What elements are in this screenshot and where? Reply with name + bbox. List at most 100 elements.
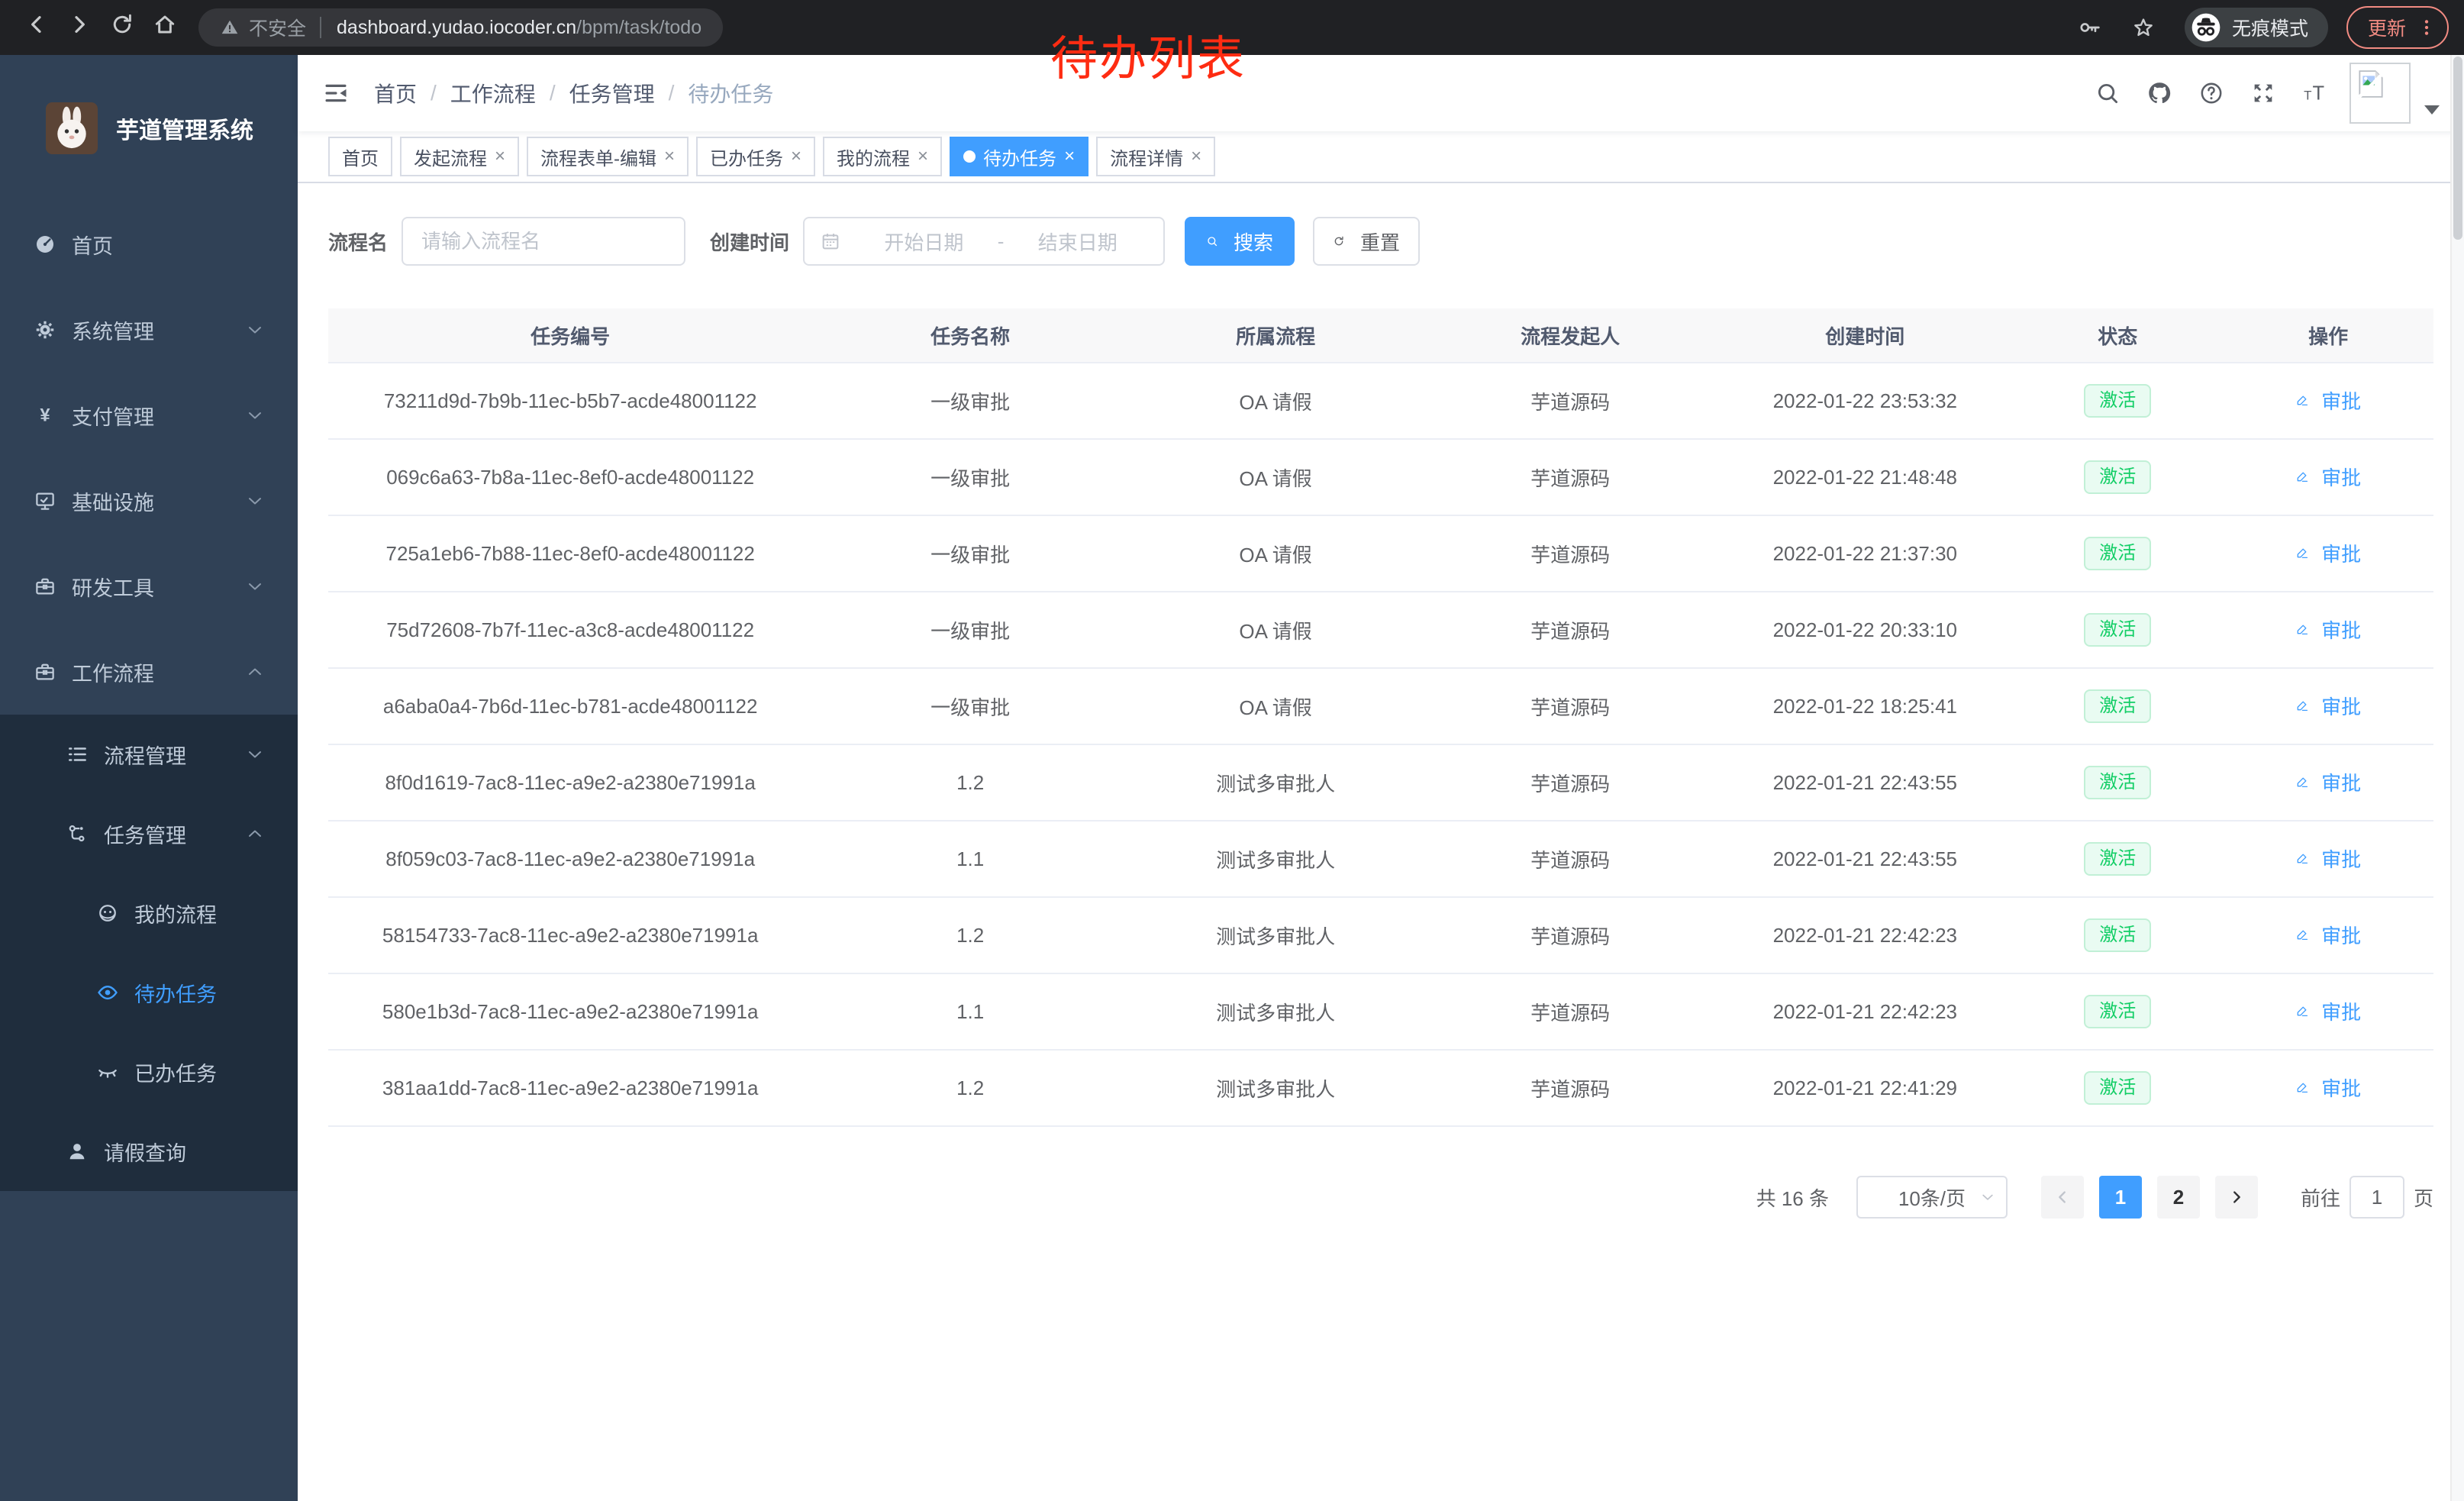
tab-流程详情[interactable]: 流程详情×: [1096, 137, 1215, 176]
goto-label: 前往: [2301, 1183, 2340, 1212]
caret-down-icon[interactable]: [2424, 105, 2440, 115]
chevron-down-icon: [246, 577, 264, 596]
column-header: 操作: [2223, 308, 2433, 363]
approve-link[interactable]: 审批: [2295, 615, 2361, 644]
cell-name: 1.2: [812, 897, 1128, 973]
sidebar-item-leave-query[interactable]: 请假查询: [0, 1112, 298, 1191]
font-size-icon[interactable]: TT: [2302, 80, 2328, 106]
breadcrumb-item[interactable]: 工作流程: [450, 78, 536, 108]
close-icon[interactable]: ×: [791, 147, 801, 166]
sidebar-item-my-process[interactable]: 我的流程: [0, 873, 298, 953]
sidebar-item-label: 请假查询: [104, 1137, 186, 1167]
scrollbar-thumb[interactable]: [2453, 56, 2462, 240]
cell-action: 审批: [2223, 668, 2433, 744]
bookmark-star-icon[interactable]: [2131, 15, 2156, 40]
edit-icon: [2295, 390, 2315, 410]
date-range-picker[interactable]: 开始日期 - 结束日期: [803, 217, 1165, 266]
sidebar-item-label: 工作流程: [72, 657, 154, 687]
sidebar-collapse-icon[interactable]: [322, 79, 350, 107]
url-bar[interactable]: 不安全 dashboard.yudao.iocoder.cn/bpm/task/…: [198, 8, 723, 47]
approve-link[interactable]: 审批: [2295, 921, 2361, 949]
approve-link[interactable]: 审批: [2295, 386, 2361, 415]
cell-process: 测试多审批人: [1128, 744, 1423, 821]
breadcrumb-separator: /: [669, 81, 675, 105]
url-host: dashboard.yudao.iocoder.cn: [337, 17, 576, 39]
browser-update-button[interactable]: 更新: [2346, 6, 2449, 49]
approve-link-label: 审批: [2321, 615, 2361, 644]
breadcrumb-item[interactable]: 首页: [374, 78, 417, 108]
scrollbar[interactable]: [2450, 55, 2464, 1501]
approve-link[interactable]: 审批: [2295, 1073, 2361, 1102]
table-row: 8f0d1619-7ac8-11ec-a9e2-a2380e71991a1.2测…: [328, 744, 2433, 821]
back-icon: [24, 12, 49, 43]
reset-button[interactable]: 重置: [1313, 217, 1420, 266]
close-icon[interactable]: ×: [664, 147, 675, 166]
sidebar-item-infra[interactable]: 基础设施: [0, 458, 298, 544]
help-icon[interactable]: [2198, 80, 2224, 106]
sidebar-item-home[interactable]: 首页: [0, 202, 298, 287]
search-icon[interactable]: [2095, 80, 2121, 106]
fullscreen-icon[interactable]: [2250, 80, 2276, 106]
prev-page-button[interactable]: [2041, 1176, 2084, 1219]
svg-text:¥: ¥: [40, 405, 50, 426]
browser-reload-button[interactable]: [101, 6, 144, 49]
cell-id: a6aba0a4-7b6d-11ec-b781-acde48001122: [328, 668, 812, 744]
cell-action: 审批: [2223, 744, 2433, 821]
browser-home-button[interactable]: [144, 6, 186, 49]
github-icon[interactable]: [2146, 80, 2172, 106]
approve-link[interactable]: 审批: [2295, 844, 2361, 873]
cell-starter: 芋道源码: [1423, 897, 1717, 973]
page-button-2[interactable]: 2: [2157, 1176, 2200, 1219]
process-name-input[interactable]: [402, 217, 685, 266]
browser-back-button[interactable]: [15, 6, 58, 49]
tab-我的流程[interactable]: 我的流程×: [823, 137, 942, 176]
page-size-select[interactable]: 10条/页: [1856, 1176, 2008, 1219]
chevron-up-icon: [246, 825, 264, 843]
sidebar-item-workflow[interactable]: 工作流程: [0, 629, 298, 715]
sidebar-logo[interactable]: 芋道管理系统: [0, 55, 298, 202]
sidebar-item-system[interactable]: 系统管理: [0, 287, 298, 373]
approve-link[interactable]: 审批: [2295, 997, 2361, 1025]
eye-icon: [96, 981, 119, 1004]
close-icon[interactable]: ×: [918, 147, 928, 166]
next-page-button[interactable]: [2215, 1176, 2258, 1219]
cell-starter: 芋道源码: [1423, 515, 1717, 592]
cell-created: 2022-01-22 18:25:41: [1717, 668, 2012, 744]
close-icon[interactable]: ×: [1064, 147, 1075, 166]
approve-link[interactable]: 审批: [2295, 768, 2361, 796]
close-icon[interactable]: ×: [1191, 147, 1201, 166]
sidebar-item-process-mgmt[interactable]: 流程管理: [0, 715, 298, 794]
approve-link-label: 审批: [2321, 463, 2361, 491]
tab-流程表单-编辑[interactable]: 流程表单-编辑×: [527, 137, 689, 176]
tab-首页[interactable]: 首页: [328, 137, 392, 176]
tab-发起流程[interactable]: 发起流程×: [400, 137, 519, 176]
sidebar-item-task-mgmt[interactable]: 任务管理: [0, 794, 298, 873]
approve-link[interactable]: 审批: [2295, 463, 2361, 491]
cell-created: 2022-01-21 22:42:23: [1717, 973, 2012, 1050]
page-button-1[interactable]: 1: [2099, 1176, 2142, 1219]
search-button[interactable]: 搜索: [1185, 217, 1295, 266]
tab-label: 首页: [342, 144, 379, 170]
cell-id: 75d72608-7b7f-11ec-a3c8-acde48001122: [328, 592, 812, 668]
breadcrumb-item[interactable]: 任务管理: [569, 78, 655, 108]
browser-forward-button[interactable]: [58, 6, 101, 49]
approve-link[interactable]: 审批: [2295, 692, 2361, 720]
tab-待办任务[interactable]: 待办任务×: [950, 137, 1088, 176]
close-icon[interactable]: ×: [495, 147, 505, 166]
column-header: 所属流程: [1128, 308, 1423, 363]
process-name-label: 流程名: [328, 228, 388, 256]
filter-bar: 流程名 创建时间 开始日期 - 结束日期 搜索: [328, 217, 2433, 266]
cell-name: 一级审批: [812, 439, 1128, 515]
sidebar-item-devtools[interactable]: 研发工具: [0, 544, 298, 629]
sidebar-item-todo-task[interactable]: 待办任务: [0, 953, 298, 1032]
sidebar-item-done-task[interactable]: 已办任务: [0, 1032, 298, 1112]
key-icon[interactable]: [2078, 15, 2102, 40]
goto-page-input[interactable]: [2350, 1176, 2404, 1219]
cell-status: 激活: [2012, 821, 2223, 897]
approve-link[interactable]: 审批: [2295, 539, 2361, 567]
monitor-icon: [34, 489, 56, 512]
sidebar-item-payment[interactable]: ¥支付管理: [0, 373, 298, 458]
status-badge: 激活: [2084, 384, 2151, 418]
tab-已办任务[interactable]: 已办任务×: [696, 137, 815, 176]
avatar[interactable]: [2350, 63, 2411, 124]
